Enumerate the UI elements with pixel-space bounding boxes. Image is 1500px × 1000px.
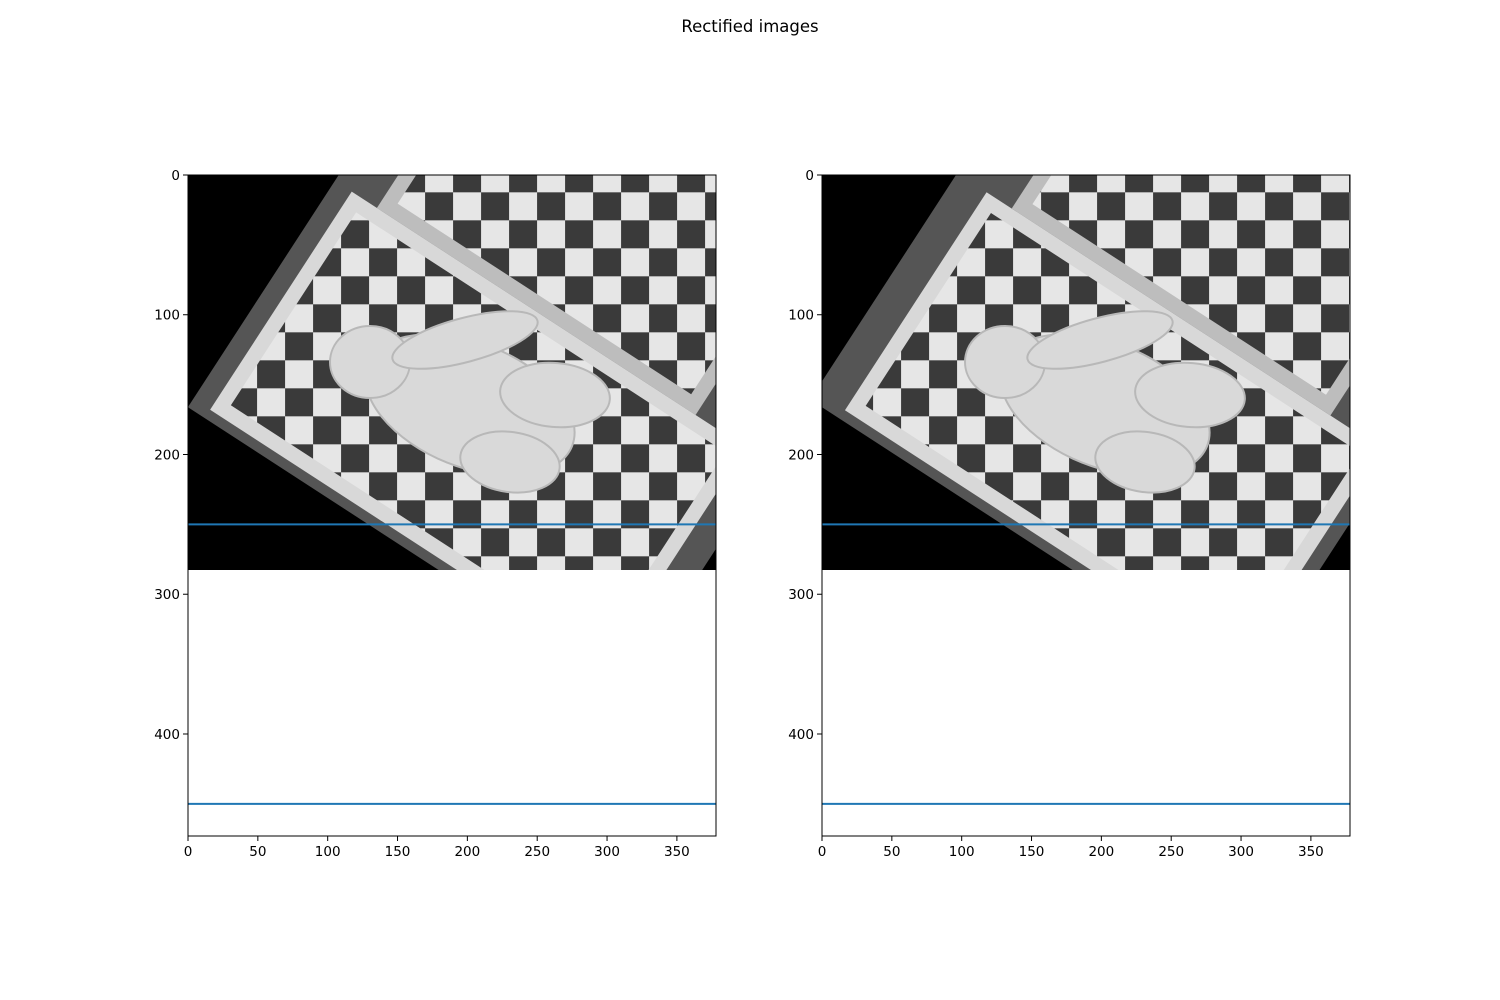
ytick-label-right-0: 0 (805, 168, 814, 184)
ytick-label-right-4: 400 (788, 727, 814, 743)
subplot-right: 0 50 100 150 200 250 300 350 0 100 200 300 400 (788, 168, 1351, 860)
xtick-label-right-4: 200 (1088, 844, 1114, 860)
ytick-label-right-2: 200 (788, 447, 814, 463)
ytick-label-right-3: 300 (788, 587, 814, 603)
xtick-label-right-0: 0 (818, 844, 827, 860)
xtick-label-right-7: 350 (1298, 844, 1324, 860)
xtick-label-right-6: 300 (1228, 844, 1254, 860)
xtick-label-right-3: 150 (1019, 844, 1045, 860)
xtick-label-right-5: 250 (1158, 844, 1184, 860)
image-panel-right (822, 175, 1350, 570)
xtick-label-right-2: 100 (949, 844, 975, 860)
ytick-label-right-1: 100 (788, 308, 814, 324)
xtick-label-right-1: 50 (883, 844, 900, 860)
